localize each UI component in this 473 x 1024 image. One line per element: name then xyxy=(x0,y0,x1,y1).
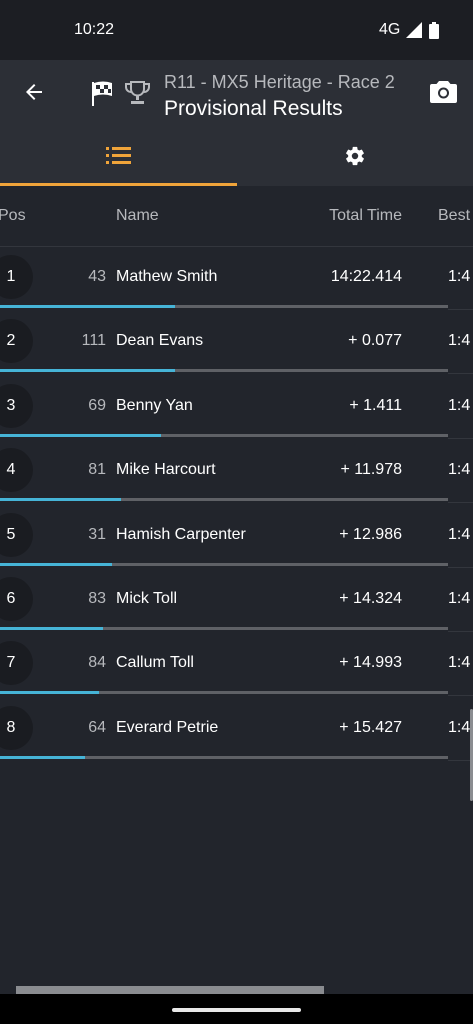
total-time: 14:22.414 xyxy=(330,268,402,285)
checkered-flag-icon xyxy=(92,81,112,106)
header-best[interactable]: Best xyxy=(438,207,470,225)
car-number: 43 xyxy=(88,268,106,285)
home-indicator[interactable] xyxy=(172,1008,301,1012)
progress-bar xyxy=(0,563,448,566)
best-lap: 1:4 xyxy=(448,397,471,414)
battery-icon xyxy=(429,22,439,39)
position: 4 xyxy=(6,461,16,478)
result-row[interactable]: 6 83 Mick Toll + 14.324 1:4 xyxy=(0,569,473,633)
total-time: + 14.993 xyxy=(339,654,402,671)
best-lap: 1:4 xyxy=(448,654,471,671)
car-number: 81 xyxy=(88,461,106,478)
horizontal-scrollbar[interactable] xyxy=(16,986,324,994)
driver-name: Mick Toll xyxy=(116,590,178,607)
position: 3 xyxy=(6,397,16,414)
total-time: + 1.411 xyxy=(349,397,402,414)
progress-fill xyxy=(0,434,162,437)
signal-icon xyxy=(406,22,422,38)
driver-name: Benny Yan xyxy=(116,397,193,414)
position: 5 xyxy=(6,526,16,543)
progress-bar xyxy=(0,305,448,308)
progress-fill xyxy=(0,369,175,372)
progress-bar xyxy=(0,434,448,437)
status-time: 10:22 xyxy=(74,21,115,38)
car-number: 111 xyxy=(81,332,106,349)
position: 2 xyxy=(6,332,16,349)
progress-fill xyxy=(0,691,99,694)
total-time: + 11.978 xyxy=(340,461,402,478)
result-row[interactable]: 3 69 Benny Yan + 1.411 1:4 xyxy=(0,376,473,440)
tab-results-list[interactable] xyxy=(0,132,236,186)
camera-icon[interactable] xyxy=(430,80,457,104)
position: 8 xyxy=(6,719,16,736)
driver-name: Hamish Carpenter xyxy=(116,526,246,543)
result-row[interactable]: 4 81 Mike Harcourt + 11.978 1:4 xyxy=(0,440,473,504)
total-time: + 0.077 xyxy=(348,332,402,349)
position: 1 xyxy=(6,268,16,285)
gear-icon xyxy=(346,146,364,166)
list-icon xyxy=(106,147,131,164)
best-lap: 1:4 xyxy=(448,268,471,285)
row-divider xyxy=(448,373,473,374)
progress-fill xyxy=(0,627,104,630)
row-divider xyxy=(448,695,473,696)
best-lap: 1:4 xyxy=(448,590,471,607)
car-number: 31 xyxy=(88,526,106,543)
driver-name: Mathew Smith xyxy=(116,268,218,285)
trophy-icon xyxy=(125,81,150,104)
position: 6 xyxy=(6,590,16,607)
result-row[interactable]: 7 84 Callum Toll + 14.993 1:4 xyxy=(0,633,473,697)
header-name[interactable]: Name xyxy=(116,207,159,225)
driver-name: Dean Evans xyxy=(116,332,204,349)
navigation-bar xyxy=(0,994,473,1024)
progress-fill xyxy=(0,498,121,501)
race-subtitle: R11 - MX5 Heritage - Race 2 xyxy=(164,72,395,92)
progress-bar xyxy=(0,369,448,372)
header-total-time[interactable]: Total Time xyxy=(329,207,402,225)
total-time: + 14.324 xyxy=(339,590,402,607)
best-lap: 1:4 xyxy=(448,461,471,478)
row-divider xyxy=(448,502,473,503)
best-lap: 1:4 xyxy=(448,332,471,349)
progress-bar xyxy=(0,627,448,630)
app-bar: R11 - MX5 Heritage - Race 2 Provisional … xyxy=(0,60,473,132)
progress-fill xyxy=(0,305,175,308)
driver-name: Mike Harcourt xyxy=(116,461,216,478)
result-row[interactable]: 8 64 Everard Petrie + 15.427 1:4 xyxy=(0,698,473,762)
network-type: 4G xyxy=(379,21,401,38)
results-table-header: Pos Name Total Time Best xyxy=(0,186,473,247)
progress-bar xyxy=(0,691,448,694)
back-arrow-icon[interactable] xyxy=(22,80,46,104)
car-number: 83 xyxy=(88,590,106,607)
car-number: 64 xyxy=(88,719,106,736)
status-bar: 10:22 4G xyxy=(0,0,473,60)
row-divider xyxy=(448,438,473,439)
progress-fill xyxy=(0,563,112,566)
tab-bar xyxy=(0,132,473,186)
total-time: + 15.427 xyxy=(339,719,402,736)
driver-name: Everard Petrie xyxy=(116,719,219,736)
car-number: 69 xyxy=(88,397,106,414)
progress-bar xyxy=(0,756,448,759)
result-row[interactable]: 5 31 Hamish Carpenter + 12.986 1:4 xyxy=(0,505,473,569)
result-row[interactable]: 2 111 Dean Evans + 0.077 1:4 xyxy=(0,311,473,375)
page-title: Provisional Results xyxy=(164,97,343,120)
total-time: + 12.986 xyxy=(339,526,402,543)
header-pos[interactable]: Pos xyxy=(0,207,26,225)
progress-bar xyxy=(0,498,448,501)
row-divider xyxy=(448,309,473,310)
driver-name: Callum Toll xyxy=(116,654,194,671)
row-divider xyxy=(448,631,473,632)
car-number: 84 xyxy=(88,654,106,671)
position: 7 xyxy=(6,654,16,671)
tab-settings[interactable] xyxy=(237,132,473,186)
result-row[interactable]: 1 43 Mathew Smith 14:22.414 1:4 xyxy=(0,247,473,311)
best-lap: 1:4 xyxy=(448,526,471,543)
row-divider xyxy=(448,567,473,568)
progress-fill xyxy=(0,756,86,759)
